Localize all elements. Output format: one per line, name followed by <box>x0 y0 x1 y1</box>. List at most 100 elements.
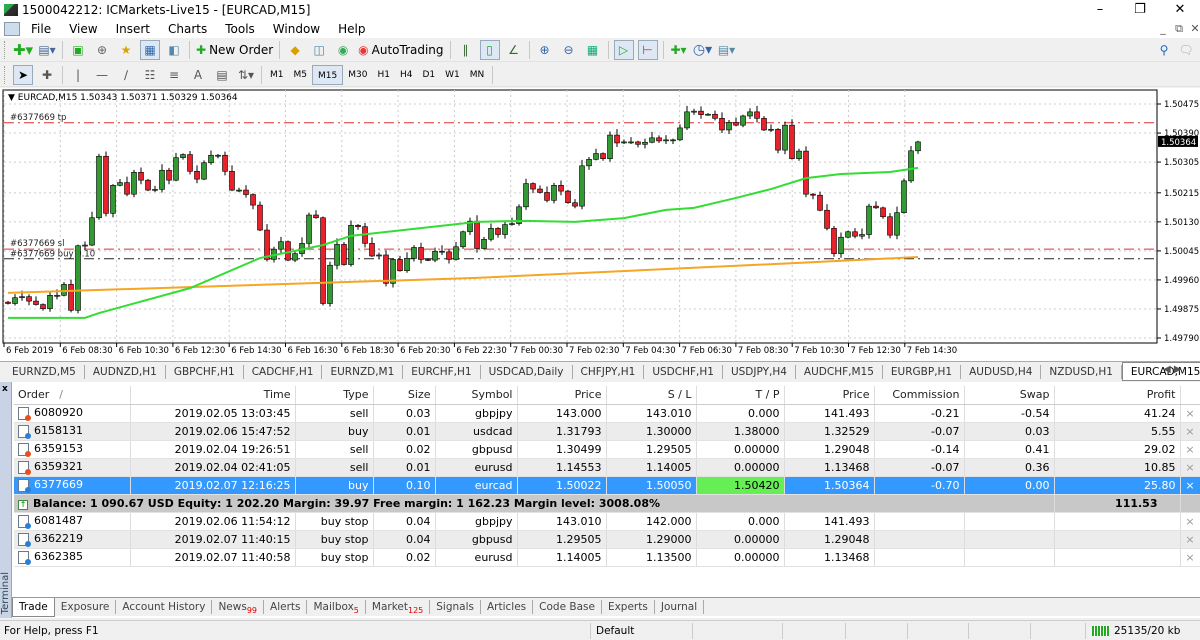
timeframe-m15[interactable]: M15 <box>312 64 344 85</box>
pending-order-row[interactable]: 6362219 2019.02.07 11:40:15 buy stop 0.04 gb… <box>14 530 1200 549</box>
timeframe-h1[interactable]: H1 <box>372 65 395 85</box>
column-header[interactable]: T / P <box>696 386 785 405</box>
line-chart-icon[interactable]: ∠ <box>504 40 524 60</box>
indicators-icon[interactable]: ✚▾ <box>669 40 689 60</box>
column-header[interactable]: Profit <box>1054 386 1181 405</box>
mdi-minimize-button[interactable]: _ <box>1156 22 1170 35</box>
timeframe-m30[interactable]: M30 <box>343 65 372 85</box>
arrows-icon[interactable]: ⇅▾ <box>236 65 256 85</box>
column-header[interactable]: Commission <box>874 386 965 405</box>
chat-icon[interactable]: 🗨 <box>1176 40 1196 60</box>
chart-tab[interactable]: AUDNZD,H1 <box>85 364 166 379</box>
chart-tab[interactable]: EURGBP,H1 <box>883 364 962 379</box>
restore-button[interactable]: ❐ <box>1120 0 1160 20</box>
pending-order-row[interactable]: 6362385 2019.02.07 11:40:58 buy stop 0.02 eu… <box>14 548 1200 567</box>
chart-shift-icon[interactable]: ▷ <box>613 39 634 60</box>
timeframe-mn[interactable]: MN <box>465 65 490 85</box>
column-header[interactable]: Price <box>517 386 607 405</box>
search-icon[interactable]: ⚲ <box>1154 40 1174 60</box>
column-header[interactable]: Time <box>130 386 296 405</box>
metaeditor-icon[interactable]: ◆ <box>285 40 305 60</box>
close-order-button[interactable]: × <box>1180 512 1200 531</box>
terminal-tab-trade[interactable]: Trade <box>12 597 55 617</box>
terminal-tab-signals[interactable]: Signals <box>430 600 481 614</box>
text-icon[interactable]: A <box>188 65 208 85</box>
tile-windows-icon[interactable]: ▦ <box>583 40 603 60</box>
profiles-icon[interactable]: ▤▾ <box>37 40 57 60</box>
terminal-tab-alerts[interactable]: Alerts <box>264 600 308 614</box>
chart-tab[interactable]: EURCHF,H1 <box>403 364 481 379</box>
market-watch-icon[interactable]: ▣ <box>68 40 88 60</box>
chart-tab[interactable]: GBPCHF,H1 <box>166 364 244 379</box>
terminal-tab-market[interactable]: Market125 <box>366 600 431 615</box>
close-order-button[interactable]: × <box>1180 548 1200 567</box>
cursor-icon[interactable]: ➤ <box>13 64 33 85</box>
chart-tab[interactable]: EURNZD,M1 <box>322 364 404 379</box>
timeframe-h4[interactable]: H4 <box>395 65 418 85</box>
strategy-tester-icon[interactable]: ◧ <box>164 40 184 60</box>
new-order-button[interactable]: ✚ New Order <box>193 40 276 60</box>
autoscroll-icon[interactable]: ⊢ <box>637 39 658 60</box>
toolbar-grip[interactable] <box>4 40 7 59</box>
terminal-tab-mailbox[interactable]: Mailbox5 <box>307 600 366 615</box>
minimize-button[interactable]: – <box>1080 0 1120 20</box>
chart-tab[interactable]: USDJPY,H4 <box>723 364 796 379</box>
column-header[interactable]: Swap <box>964 386 1055 405</box>
menu-file[interactable]: File <box>22 22 60 36</box>
timeframe-m1[interactable]: M1 <box>265 65 289 85</box>
menu-help[interactable]: Help <box>329 22 374 36</box>
new-chart-icon[interactable]: ✚▾ <box>13 40 33 60</box>
chart-tab[interactable]: NZDUSD,H1 <box>1041 364 1122 379</box>
mdi-close-button[interactable]: ✕ <box>1188 22 1200 35</box>
order-row[interactable]: 6158131 2019.02.06 15:47:52 buy 0.01 usdcad 1… <box>14 422 1200 441</box>
close-button[interactable]: ✕ <box>1160 0 1200 20</box>
chart-canvas[interactable]: #6377669 tp #6377669 sl#6377669 buy 0.10 1… <box>0 88 1200 361</box>
column-header[interactable]: Type <box>295 386 374 405</box>
column-header[interactable]: S / L <box>606 386 697 405</box>
collapse-triangle-icon[interactable]: ▼ <box>8 93 18 103</box>
column-header[interactable]: Size <box>373 386 436 405</box>
data-window-icon[interactable]: ⊕ <box>92 40 112 60</box>
terminal-tab-journal[interactable]: Journal <box>655 600 705 614</box>
close-order-button[interactable]: × <box>1180 458 1200 477</box>
trendline-icon[interactable]: ∕ <box>116 65 136 85</box>
close-order-button[interactable]: × <box>1180 404 1200 423</box>
column-header[interactable]: Order / <box>14 386 131 405</box>
chart-tab[interactable]: EURCAD,M15 <box>1121 362 1200 381</box>
templates-icon[interactable]: ▤▾ <box>717 40 737 60</box>
column-header[interactable]: Price <box>784 386 875 405</box>
vertical-line-icon[interactable]: | <box>68 65 88 85</box>
chart-tab[interactable]: CHFJPY,H1 <box>573 364 645 379</box>
close-order-button[interactable]: × <box>1180 530 1200 549</box>
chart-tab[interactable]: CADCHF,H1 <box>244 364 323 379</box>
timeframe-w1[interactable]: W1 <box>440 65 465 85</box>
mdi-restore-button[interactable]: ⧉ <box>1172 22 1186 36</box>
zoom-out-icon[interactable]: ⊖ <box>559 40 579 60</box>
fibonacci-icon[interactable]: ≡ <box>164 65 184 85</box>
chart-tab[interactable]: USDCHF,H1 <box>644 364 723 379</box>
candlestick-chart-icon[interactable]: ▯ <box>479 39 500 60</box>
order-row[interactable]: 6377669 2019.02.07 12:16:25 buy 0.10 eurcad 1… <box>14 476 1200 495</box>
order-row[interactable]: 6080920 2019.02.05 13:03:45 sell 0.03 gbpjpy… <box>14 404 1200 423</box>
crosshair-icon[interactable]: ✚ <box>37 65 57 85</box>
timeframe-d1[interactable]: D1 <box>417 65 440 85</box>
order-row[interactable]: 6359153 2019.02.04 19:26:51 sell 0.02 gbpusd… <box>14 440 1200 459</box>
menu-window[interactable]: Window <box>264 22 329 36</box>
text-label-icon[interactable]: ▤ <box>212 65 232 85</box>
equidistant-channel-icon[interactable]: ☷ <box>140 65 160 85</box>
autotrading-button[interactable]: ◉ AutoTrading <box>355 40 446 60</box>
price-chart[interactable]: #6377669 tp #6377669 sl #6377669 buy 0.10 1… <box>0 88 1200 361</box>
menu-view[interactable]: View <box>60 22 106 36</box>
tab-scroll-arrows-icon[interactable]: ◀ ▶ <box>1163 364 1182 375</box>
chart-tab[interactable]: EURNZD,M5 <box>4 364 85 379</box>
zoom-in-icon[interactable]: ⊕ <box>535 40 555 60</box>
terminal-icon[interactable]: ▦ <box>140 39 160 60</box>
menu-tools[interactable]: Tools <box>216 22 264 36</box>
signals-icon[interactable]: ◉ <box>333 40 353 60</box>
menu-insert[interactable]: Insert <box>107 22 159 36</box>
toolbar-grip[interactable] <box>4 65 7 84</box>
chart-tab[interactable]: AUDUSD,H4 <box>961 364 1042 379</box>
terminal-tab-account-history[interactable]: Account History <box>116 600 213 614</box>
column-header[interactable]: Symbol <box>435 386 518 405</box>
navigator-icon[interactable]: ★ <box>116 40 136 60</box>
